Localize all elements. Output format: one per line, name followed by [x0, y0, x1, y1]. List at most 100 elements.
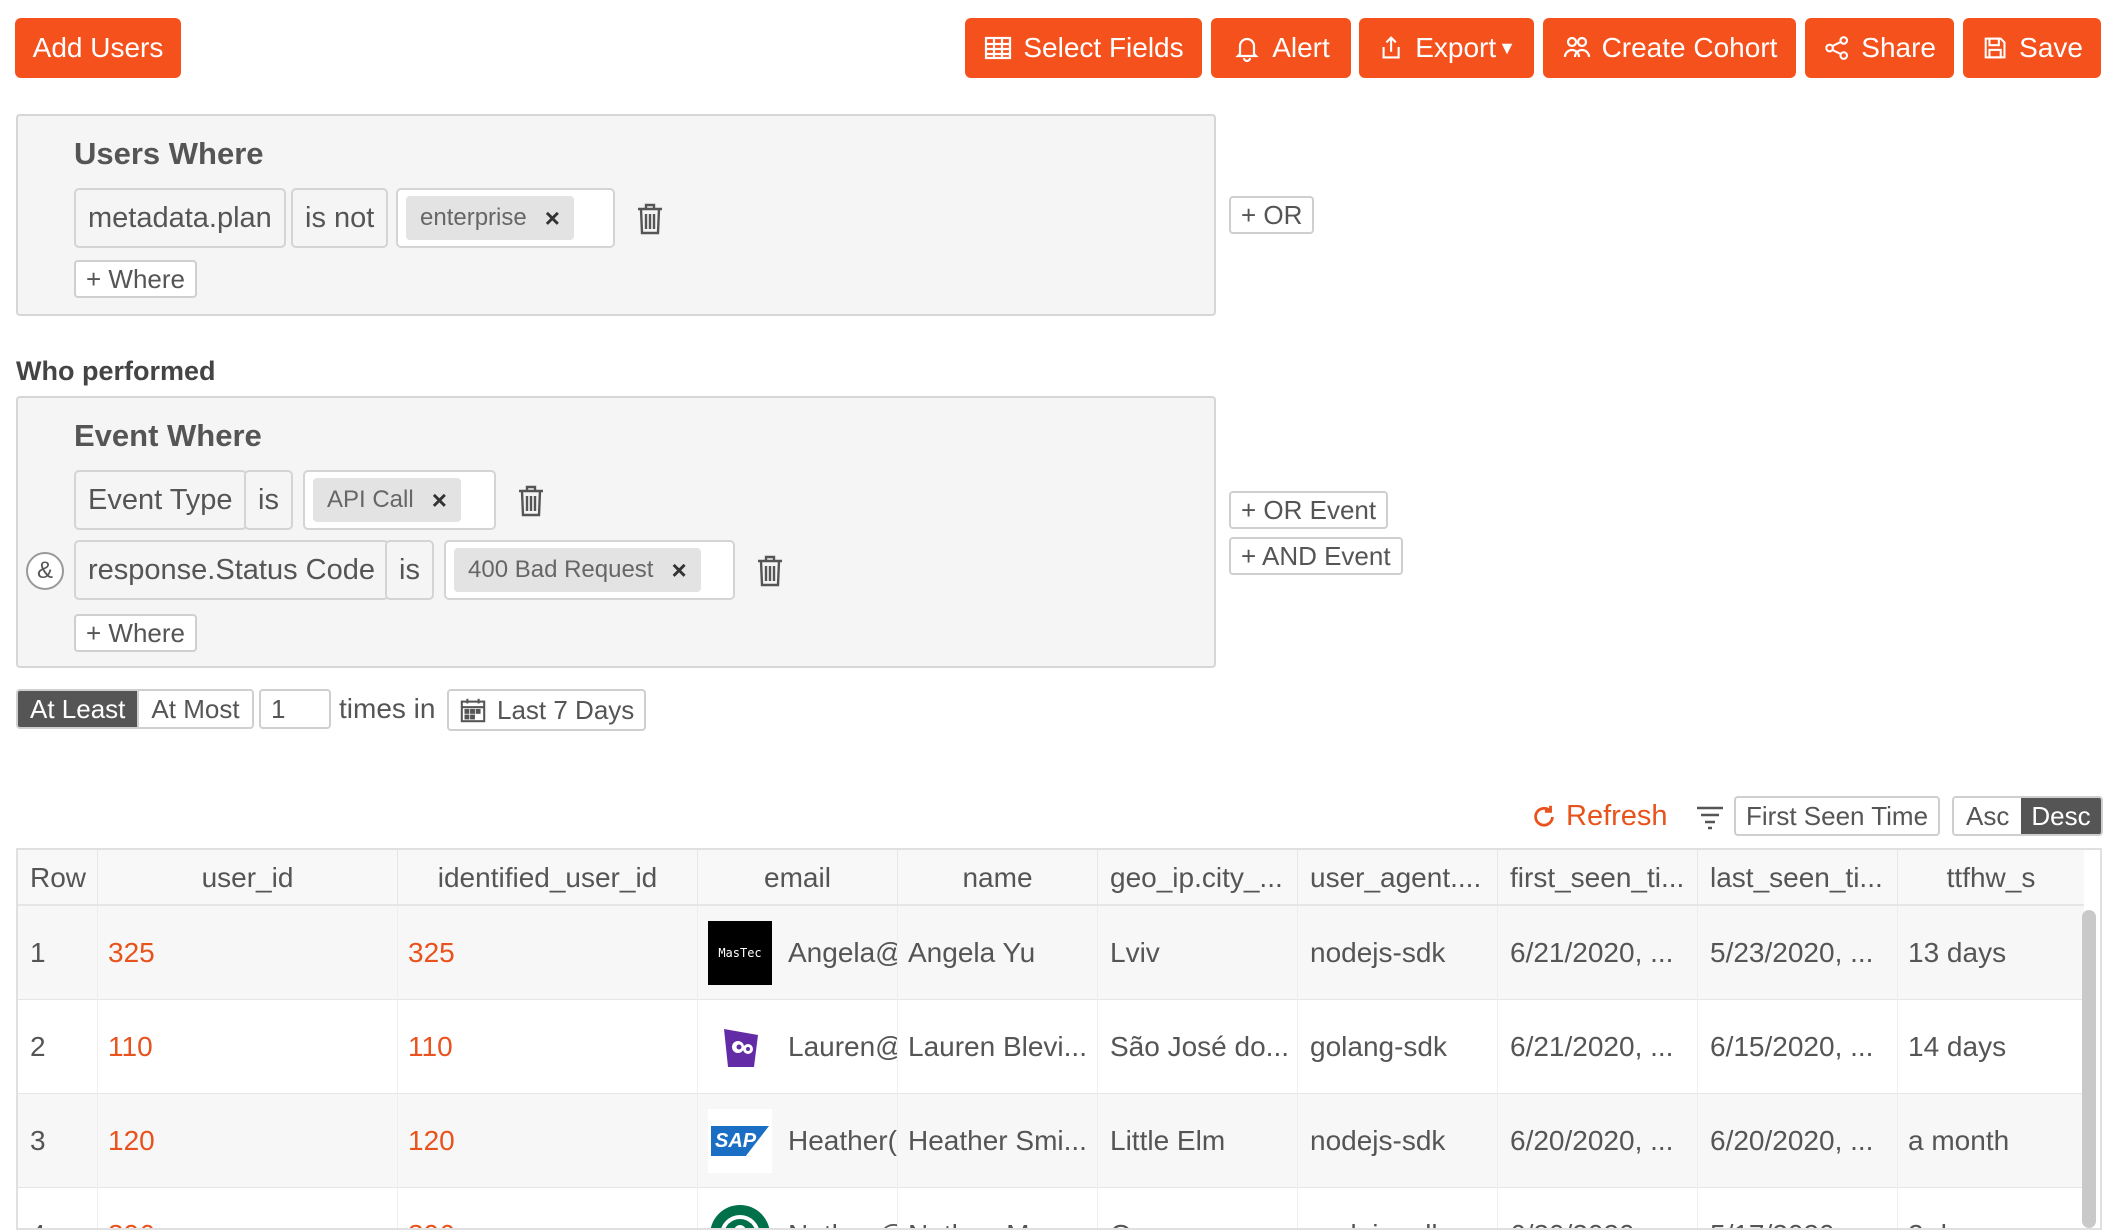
- at-least-toggle[interactable]: At Least: [18, 691, 138, 727]
- and-connector[interactable]: &: [26, 552, 64, 590]
- times-in-label: times in: [339, 693, 436, 724]
- value-chip: enterprise ×: [406, 196, 574, 240]
- event-field[interactable]: Event Type: [74, 470, 247, 530]
- add-users-button[interactable]: Add Users: [15, 18, 181, 78]
- name-cell: Angela Yu: [898, 906, 1098, 1000]
- user-id-link[interactable]: 120: [98, 1094, 398, 1188]
- column-header[interactable]: last_seen_ti...: [1698, 850, 1898, 906]
- bell-icon: [1235, 37, 1259, 63]
- email-cell: SAP Heather(: [698, 1094, 898, 1188]
- delete-filter-button[interactable]: [755, 554, 785, 588]
- ttfhw-cell: 14 days: [1908, 1031, 2007, 1062]
- first-seen-cell: 6/20/2020, ...: [1498, 1094, 1698, 1188]
- column-header[interactable]: first_seen_ti...: [1498, 850, 1698, 906]
- save-icon: [1984, 37, 2006, 59]
- users-where-field[interactable]: metadata.plan: [74, 188, 286, 248]
- row-number: 1: [18, 906, 98, 1000]
- city-cell: Little Elm: [1098, 1094, 1298, 1188]
- alert-button[interactable]: Alert: [1211, 18, 1351, 78]
- export-button[interactable]: Export ▼: [1359, 18, 1534, 78]
- user-id-link[interactable]: 110: [98, 1000, 398, 1094]
- row-number: 4: [18, 1188, 98, 1228]
- column-header[interactable]: ttfhw_s: [1898, 850, 2084, 906]
- email-cell: Lauren@: [698, 1000, 898, 1094]
- trash-icon: [519, 485, 543, 517]
- event-value-input[interactable]: API Call ×: [303, 470, 496, 530]
- column-header[interactable]: user_id: [98, 850, 398, 906]
- remove-chip-icon[interactable]: ×: [671, 555, 686, 586]
- table-row[interactable]: 3 120 120 SAP Heather( Heather Smi... Li…: [18, 1094, 2084, 1188]
- delete-filter-button[interactable]: [635, 202, 665, 236]
- first-seen-cell: 6/21/2020, ...: [1498, 1000, 1698, 1094]
- column-header[interactable]: email: [698, 850, 898, 906]
- city-cell: Osasco: [1098, 1188, 1298, 1228]
- identified-user-id-link[interactable]: 120: [398, 1094, 698, 1188]
- table-row[interactable]: 4 396 396 Nathan@ Nathan Mor... Osasco n…: [18, 1188, 2084, 1228]
- select-fields-button[interactable]: Select Fields: [965, 18, 1202, 78]
- asc-toggle[interactable]: Asc: [1954, 798, 2022, 834]
- table-scrollbar[interactable]: [2082, 910, 2096, 1228]
- identified-user-id-link[interactable]: 110: [398, 1000, 698, 1094]
- table-icon: [985, 36, 1012, 60]
- desc-toggle[interactable]: Desc: [2021, 798, 2101, 834]
- upload-icon: [1382, 36, 1400, 59]
- at-most-toggle[interactable]: At Most: [137, 691, 252, 727]
- event-operator[interactable]: is: [385, 540, 434, 600]
- or-event-button[interactable]: + OR Event: [1229, 491, 1389, 529]
- filter-icon[interactable]: [1695, 804, 1725, 830]
- trash-icon: [638, 203, 662, 235]
- event-add-where-button[interactable]: + Where: [74, 614, 197, 652]
- identified-user-id-link[interactable]: 396: [398, 1188, 698, 1228]
- company-logo: [718, 1025, 762, 1069]
- column-header[interactable]: user_agent....: [1298, 850, 1498, 906]
- refresh-icon: [1534, 805, 1554, 826]
- company-logo: [710, 1205, 770, 1228]
- last-seen-cell: 6/15/2020, ...: [1698, 1000, 1898, 1094]
- ttfhw-cell: 2 days: [1898, 1188, 2084, 1228]
- times-count-input[interactable]: 1: [259, 689, 331, 729]
- column-header[interactable]: Row: [18, 850, 98, 906]
- last-seen-cell: 5/23/2020, ...: [1698, 906, 1898, 1000]
- row-number: 2: [18, 1000, 98, 1094]
- sort-order-toggle: Asc Desc: [1952, 796, 2103, 836]
- event-operator[interactable]: is: [244, 470, 293, 530]
- table-row[interactable]: 1 325 325 MasTec Angela@ Angela Yu Lviv …: [18, 906, 2084, 1000]
- company-logo: MasTec: [708, 921, 772, 985]
- column-header[interactable]: name: [898, 850, 1098, 906]
- name-cell: Lauren Blevi...: [898, 1000, 1098, 1094]
- users-table: Row user_id identified_user_id email nam…: [16, 848, 2102, 1230]
- refresh-button[interactable]: Refresh: [1530, 800, 1668, 833]
- user-agent-cell: nodejs-sdk: [1298, 1094, 1498, 1188]
- first-seen-cell: 6/21/2020, ...: [1498, 906, 1698, 1000]
- users-where-value-input[interactable]: enterprise ×: [396, 188, 615, 248]
- event-value-input[interactable]: 400 Bad Request ×: [444, 540, 735, 600]
- event-field[interactable]: response.Status Code: [74, 540, 389, 600]
- table-row[interactable]: 2 110 110 Lauren@ Lauren Blevi... São Jo…: [18, 1000, 2084, 1094]
- and-event-button[interactable]: + AND Event: [1229, 537, 1403, 575]
- last-seen-cell: 6/20/2020, ...: [1698, 1094, 1898, 1188]
- user-id-link[interactable]: 396: [98, 1188, 398, 1228]
- remove-chip-icon[interactable]: ×: [432, 485, 447, 516]
- email-cell: Nathan@: [698, 1188, 898, 1228]
- users-add-where-button[interactable]: + Where: [74, 260, 197, 298]
- date-range-button[interactable]: Last 7 Days: [447, 689, 647, 731]
- user-id-link[interactable]: 325: [98, 906, 398, 1000]
- column-header[interactable]: geo_ip.city_...: [1098, 850, 1298, 906]
- sort-field-select[interactable]: First Seen Time: [1734, 796, 1941, 836]
- trash-icon: [758, 555, 782, 587]
- users-icon: [1563, 36, 1590, 58]
- share-button[interactable]: Share: [1805, 18, 1954, 78]
- save-button[interactable]: Save: [1963, 18, 2101, 78]
- table-header: Row user_id identified_user_id email nam…: [18, 850, 2084, 906]
- column-header[interactable]: identified_user_id: [398, 850, 698, 906]
- users-where-panel: Users Where metadata.plan is not enterpr…: [16, 114, 1216, 316]
- remove-chip-icon[interactable]: ×: [545, 203, 560, 234]
- ttfhw-cell: a month: [1908, 1125, 2010, 1156]
- identified-user-id-link[interactable]: 325: [398, 906, 698, 1000]
- create-cohort-button[interactable]: Create Cohort: [1543, 18, 1796, 78]
- share-icon: [1825, 36, 1849, 60]
- delete-filter-button[interactable]: [516, 484, 546, 518]
- users-where-operator[interactable]: is not: [291, 188, 389, 248]
- city-cell: São José do...: [1098, 1000, 1298, 1094]
- users-or-button[interactable]: + OR: [1229, 196, 1315, 234]
